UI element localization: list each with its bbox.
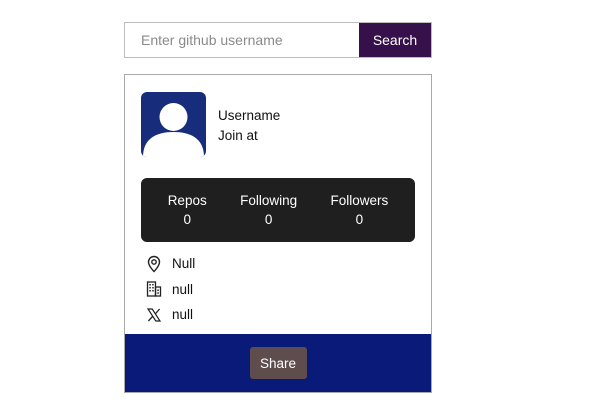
info-company: null — [145, 277, 195, 303]
stat-value: 0 — [183, 212, 191, 227]
company-text: null — [172, 281, 194, 297]
twitter-text: null — [172, 307, 194, 323]
stat-value: 0 — [355, 212, 364, 227]
profile-header: Username Join at — [141, 92, 280, 157]
stat-followers: Followers 0 — [331, 191, 389, 229]
search-bar: Search — [124, 22, 432, 58]
location-text: Null — [172, 256, 196, 272]
search-button[interactable]: Search — [359, 23, 431, 57]
location-pin-icon — [145, 255, 163, 273]
stats-panel: Repos 0 Following 0 Followers 0 — [141, 178, 415, 242]
share-button[interactable]: Share — [249, 347, 307, 379]
avatar — [141, 92, 206, 157]
user-silhouette-icon — [143, 103, 204, 157]
page: Search Username Join at Repos 0 Followin… — [0, 0, 609, 410]
x-twitter-icon — [145, 306, 163, 324]
stat-repos: Repos 0 — [168, 191, 207, 229]
search-input[interactable] — [125, 23, 359, 57]
info-list: Null null null — [145, 251, 195, 328]
card-footer: Share — [125, 334, 431, 392]
info-location: Null — [145, 251, 195, 277]
join-date: Join at — [218, 128, 258, 143]
username: Username — [218, 108, 281, 123]
info-twitter: null — [145, 302, 195, 328]
building-icon — [145, 280, 163, 298]
stat-label: Repos — [167, 193, 207, 208]
stat-following: Following 0 — [240, 191, 297, 229]
profile-card: Username Join at Repos 0 Following 0 Fol… — [124, 74, 432, 393]
profile-text: Username Join at — [218, 106, 280, 146]
stat-label: Followers — [330, 193, 389, 208]
stat-value: 0 — [264, 212, 273, 227]
stat-label: Following — [240, 193, 298, 208]
